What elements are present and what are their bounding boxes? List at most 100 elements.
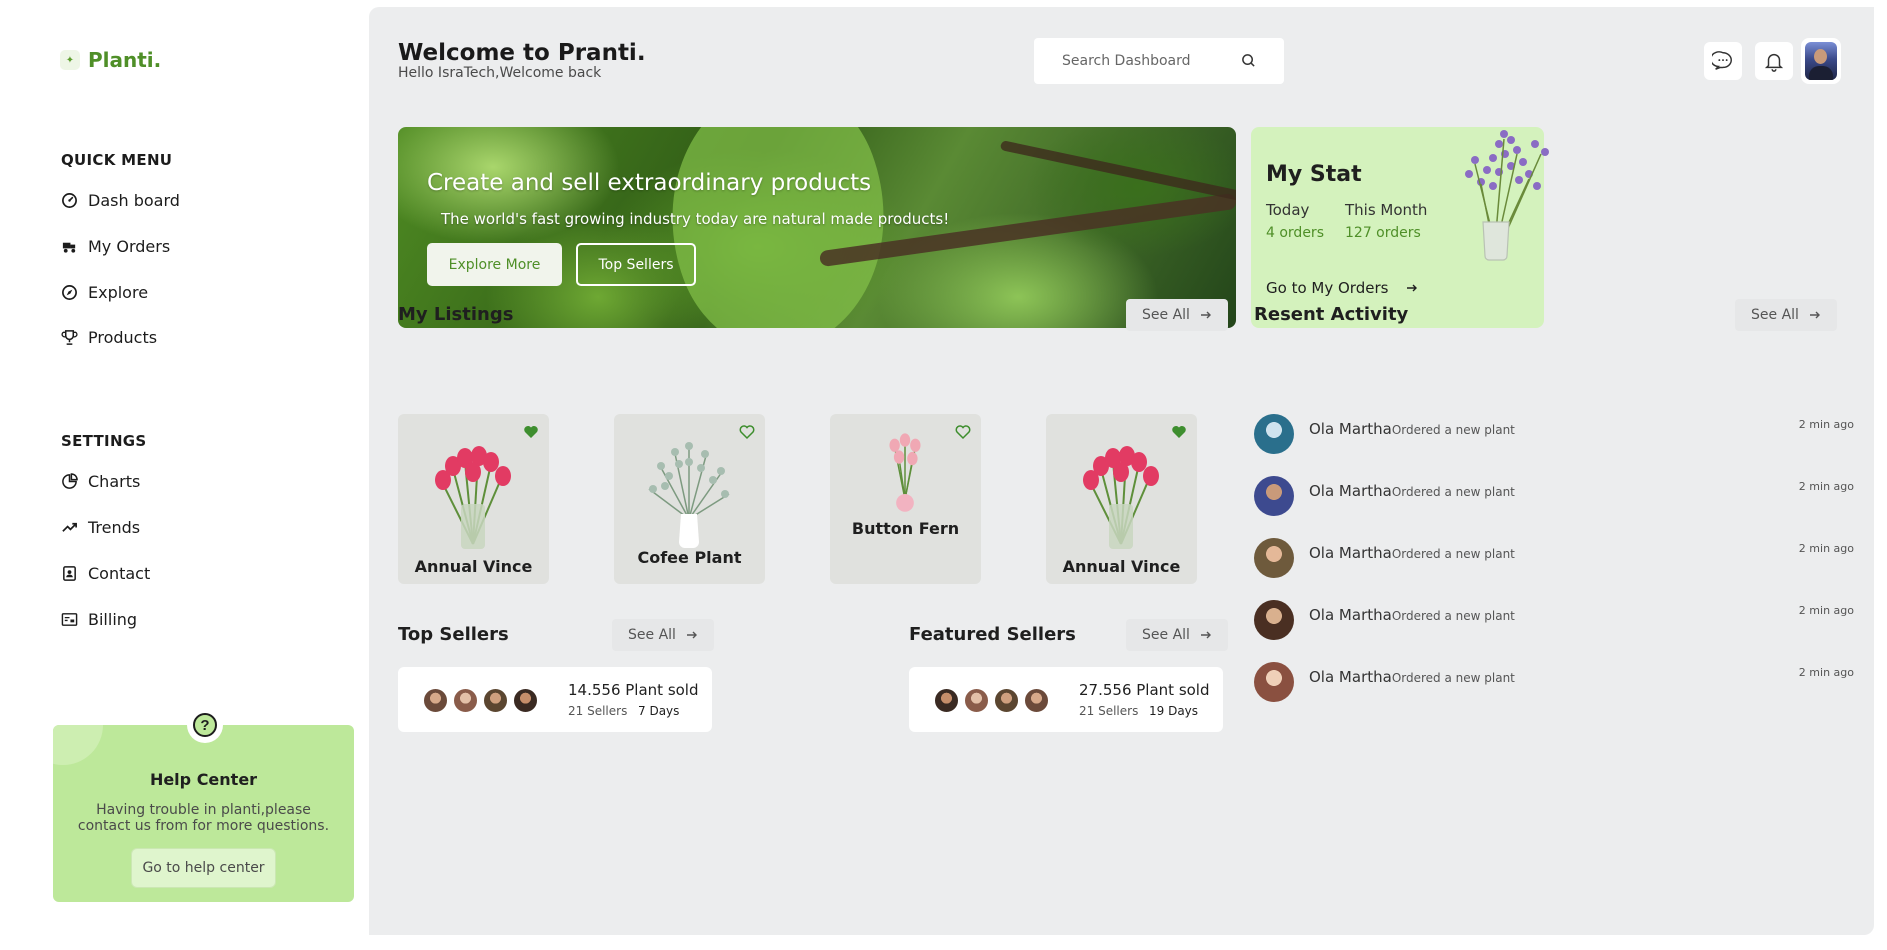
today-label: Today [1266,201,1310,219]
activity-text: Ola MarthaOrdered a new plant [1309,544,1515,562]
listing-card[interactable]: Button Fern [830,414,981,584]
activity-see-all-button[interactable]: See All [1735,299,1837,331]
heart-filled-icon[interactable] [523,424,539,440]
listings-see-all-button[interactable]: See All [1126,299,1228,331]
days-value: 19 Days [1149,704,1199,718]
decorative-blob [53,725,103,765]
activity-item[interactable]: Ola MarthaOrdered a new plant 2 min ago [1254,600,1854,644]
plants-sold: 27.556 Plant sold [1079,681,1210,699]
activity-avatar [1254,662,1294,702]
sidebar-item-label: Dash board [88,191,180,210]
heart-filled-icon[interactable] [1171,424,1187,440]
seller-avatar [1023,687,1050,714]
activity-item[interactable]: Ola MarthaOrdered a new plant 2 min ago [1254,662,1854,706]
go-to-help-center-button[interactable]: Go to help center [131,848,276,888]
sidebar-item-charts[interactable]: Charts [61,472,140,491]
arrow-right-icon [1407,284,1418,292]
activity-item[interactable]: Ola MarthaOrdered a new plant 2 min ago [1254,414,1854,458]
featured-sellers-title: Featured Sellers [909,624,1076,645]
page-subtitle: Hello IsraTech,Welcome back [398,65,602,81]
hero-title: Create and sell extraordinary products [427,170,872,196]
hero-banner: Create and sell extraordinary products T… [398,127,1236,328]
explore-more-button[interactable]: Explore More [427,243,562,286]
seller-avatar [993,687,1020,714]
tulip-vase-illustration [435,446,511,549]
search-placeholder: Search Dashboard [1062,53,1191,69]
my-listings-title: My Listings [398,304,514,325]
activity-time: 2 min ago [1798,542,1854,555]
sidebar-item-label: Products [88,328,158,347]
listing-name: Cofee Plant [637,548,742,567]
sidebar-item-dashboard[interactable]: Dash board [61,191,180,210]
arrow-right-icon [686,631,697,639]
activity-text: Ola MarthaOrdered a new plant [1309,420,1515,438]
plants-sold: 14.556 Plant sold [568,681,699,699]
user-avatar[interactable] [1801,38,1841,84]
search-input[interactable]: Search Dashboard [1034,38,1284,84]
activity-action: Ordered a new plant [1391,609,1515,623]
listing-card[interactable]: Annual Vince [398,414,549,584]
activity-time: 2 min ago [1798,604,1854,617]
trend-icon [62,522,77,532]
sidebar-item-products[interactable]: Products [61,328,157,347]
top-sellers-button[interactable]: Top Sellers [576,243,696,286]
brand[interactable]: ✦ Planti. [60,48,161,72]
help-text: Having trouble in planti,please contact … [77,802,330,834]
sidebar-item-my-orders[interactable]: My Orders [61,237,170,256]
activity-avatar [1254,600,1294,640]
bell-icon [1764,53,1784,72]
stat-title: My Stat [1266,162,1362,187]
sidebar: ✦ Planti. QUICK MENU Dash board My Order… [0,0,370,950]
seller-avatar [933,687,960,714]
heart-outline-icon[interactable] [955,424,971,440]
question-icon: ? [193,713,217,737]
sellers-count: 21 Sellers [568,704,628,718]
search-icon [1242,54,1255,67]
avatar-image [1805,42,1837,80]
activity-item[interactable]: Ola MarthaOrdered a new plant 2 min ago [1254,476,1854,520]
seller-avatars [933,687,1053,714]
sidebar-item-label: Billing [88,610,138,629]
help-badge: ? [187,707,223,743]
sidebar-item-trends[interactable]: Trends [61,518,140,537]
compass-icon [62,285,77,300]
sidebar-item-billing[interactable]: Billing [61,610,137,629]
activity-action: Ordered a new plant [1391,423,1515,437]
dashboard-icon [62,193,77,208]
sidebar-item-explore[interactable]: Explore [61,283,148,302]
top-sellers-card[interactable]: 14.556 Plant sold 21 Sellers 7 Days [398,667,712,732]
days-count: 19 Days [1149,704,1198,718]
orders-icon [62,242,76,253]
featured-sellers-see-all-button[interactable]: See All [1126,619,1228,651]
notifications-button[interactable] [1755,42,1793,80]
arrow-right-icon [1200,311,1211,319]
help-title: Help Center [149,770,258,789]
arrow-right-icon [1200,631,1211,639]
activity-action: Ordered a new plant [1391,547,1515,561]
top-sellers-see-all-button[interactable]: See All [612,619,714,651]
leaf-logo-icon: ✦ [60,50,80,70]
activity-text: Ola MarthaOrdered a new plant [1309,668,1515,686]
settings-heading: SETTINGS [61,432,147,450]
lavender-vase-illustration [1465,130,1549,261]
heart-outline-icon[interactable] [739,424,755,440]
sidebar-item-contact[interactable]: Contact [61,564,150,583]
quick-menu-heading: QUICK MENU [61,151,173,169]
featured-sellers-card[interactable]: 27.556 Plant sold 21 Sellers 19 Days [909,667,1223,732]
activity-user: Ola Martha [1309,482,1392,500]
activity-time: 2 min ago [1798,666,1854,679]
activity-avatar [1254,538,1294,578]
activity-user: Ola Martha [1309,420,1392,438]
sidebar-item-label: Trends [88,518,141,537]
activity-text: Ola MarthaOrdered a new plant [1309,482,1515,500]
listing-name: Annual Vince [1062,557,1181,576]
activity-item[interactable]: Ola MarthaOrdered a new plant 2 min ago [1254,538,1854,582]
listing-card[interactable]: Annual Vince [1046,414,1197,584]
eucalyptus-vase-illustration [648,442,730,548]
activity-user: Ola Martha [1309,606,1392,624]
today-value: 4 orders [1266,225,1324,241]
messages-button[interactable] [1704,42,1742,80]
go-to-my-orders-link[interactable]: Go to My Orders [1266,279,1418,297]
listing-card[interactable]: Cofee Plant [614,414,765,584]
see-all-label: See All [1142,307,1190,323]
